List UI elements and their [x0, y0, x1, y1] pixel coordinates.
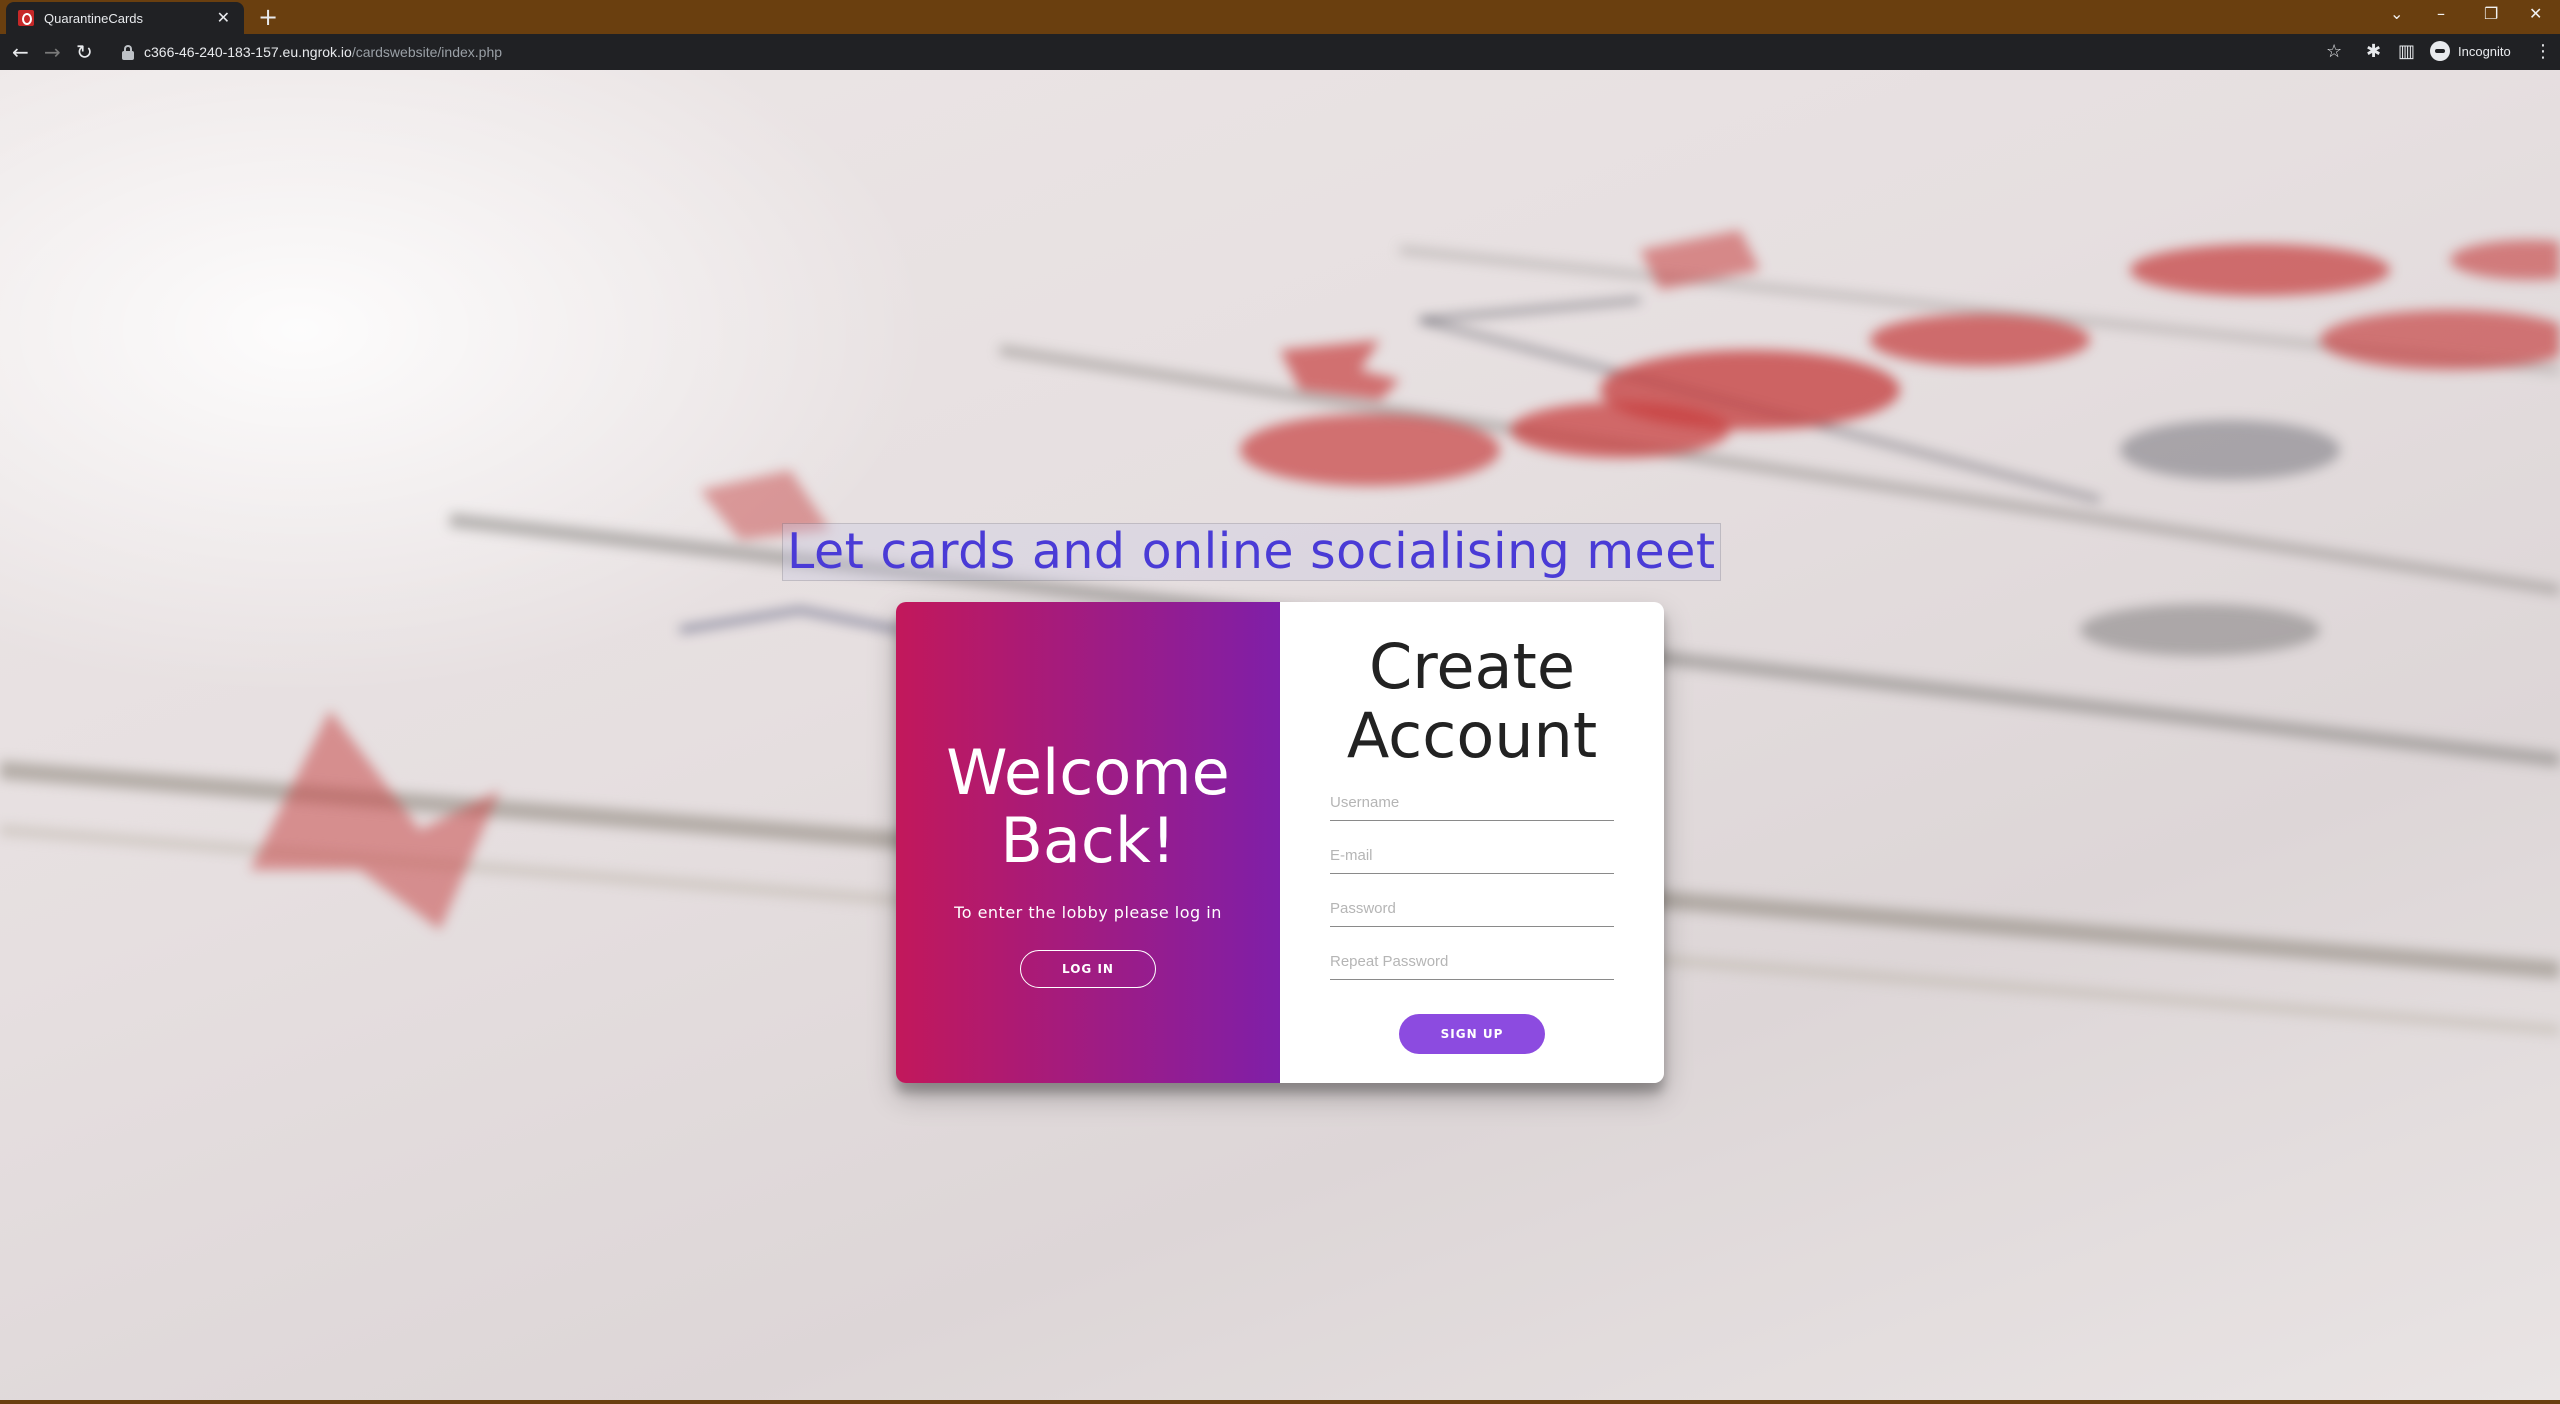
tagline: Let cards and online socialising meet	[782, 523, 1721, 581]
email-field[interactable]	[1330, 837, 1614, 874]
welcome-title: Welcome Back!	[946, 736, 1230, 877]
lock-icon[interactable]	[122, 44, 134, 60]
signup-panel: Create Account SIGN UP	[1280, 602, 1664, 1083]
kebab-menu-icon[interactable]: ⋮	[2534, 42, 2552, 62]
address-bar[interactable]: c366-46-240-183-157.eu.ngrok.io/cardsweb…	[112, 38, 2382, 66]
side-panel-icon[interactable]: ▥	[2398, 42, 2415, 62]
back-arrow-icon[interactable]: ←	[12, 40, 29, 64]
incognito-label: Incognito	[2458, 43, 2511, 59]
welcome-text: To enter the lobby please log in	[954, 903, 1222, 922]
window-close-icon[interactable]: ✕	[2529, 4, 2542, 24]
welcome-panel: Welcome Back! To enter the lobby please …	[896, 602, 1280, 1083]
restore-icon[interactable]: ❐	[2484, 4, 2498, 24]
repeat-password-field[interactable]	[1330, 943, 1614, 980]
new-tab-button[interactable]: +	[258, 3, 278, 31]
puzzle-icon[interactable]: ✱	[2366, 42, 2381, 62]
minimize-icon[interactable]: –	[2437, 4, 2445, 24]
page-viewport: Let cards and online socialising meet We…	[0, 70, 2560, 1400]
browser-toolbar: ← → ↻ c366-46-240-183-157.eu.ngrok.io/ca…	[0, 34, 2560, 70]
url-host: c366-46-240-183-157.eu.ngrok.io	[144, 44, 352, 60]
tab-search-icon[interactable]: ⌄	[2390, 4, 2403, 24]
site-favicon-icon	[18, 10, 34, 26]
browser-tab[interactable]: QuarantineCards ✕	[6, 2, 244, 34]
create-account-title: Create Account	[1346, 630, 1598, 772]
login-button[interactable]: LOG IN	[1020, 950, 1156, 988]
auth-card: Welcome Back! To enter the lobby please …	[896, 602, 1664, 1083]
close-tab-icon[interactable]: ✕	[217, 10, 230, 26]
tab-title: QuarantineCards	[44, 10, 143, 26]
signup-button[interactable]: SIGN UP	[1399, 1014, 1545, 1054]
url-text: c366-46-240-183-157.eu.ngrok.io/cardsweb…	[144, 44, 502, 60]
reload-icon[interactable]: ↻	[76, 40, 93, 64]
incognito-icon	[2430, 41, 2450, 61]
url-path: /cardswebsite/index.php	[351, 44, 503, 60]
password-field[interactable]	[1330, 890, 1614, 927]
forward-arrow-icon[interactable]: →	[44, 40, 61, 64]
username-field[interactable]	[1330, 784, 1614, 821]
star-icon[interactable]: ☆	[2326, 42, 2342, 62]
browser-tab-strip: QuarantineCards ✕ + ⌄ – ❐ ✕	[0, 0, 2560, 34]
window-bottom-border	[0, 1400, 2560, 1404]
incognito-indicator[interactable]: Incognito	[2430, 41, 2511, 61]
